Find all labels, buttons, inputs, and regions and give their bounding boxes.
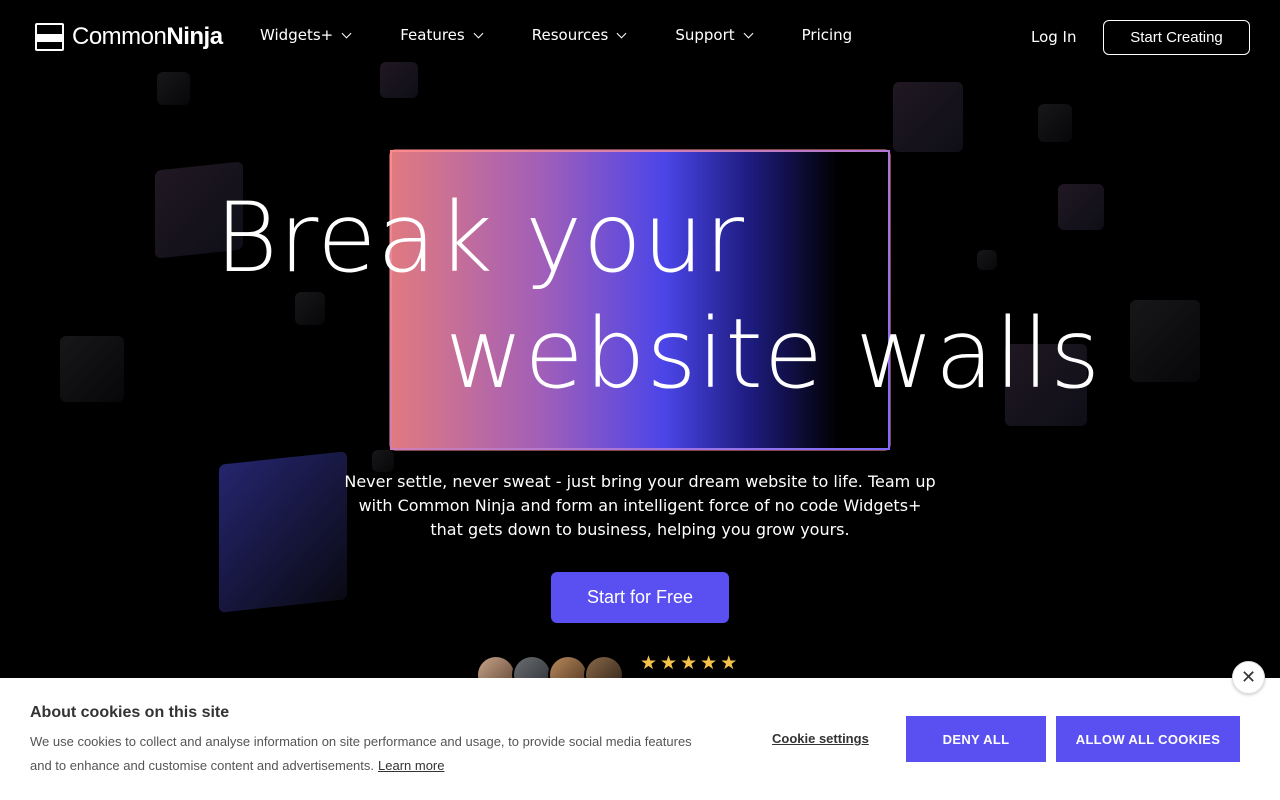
cookie-description-text: We use cookies to collect and analyse in… (30, 734, 692, 773)
nav-item-pricing[interactable]: Pricing (802, 26, 853, 44)
start-for-free-button[interactable]: Start for Free (551, 572, 729, 623)
decorative-tile (1038, 104, 1072, 142)
close-icon[interactable]: ✕ (1232, 661, 1265, 694)
star-icon: ★ (640, 652, 658, 674)
star-icon: ★ (660, 652, 678, 674)
star-icon: ★ (680, 652, 698, 674)
decorative-tile (1130, 300, 1200, 382)
hero-headline-line1: Break your (215, 182, 746, 294)
decorative-tile (295, 292, 325, 325)
login-link[interactable]: Log In (1031, 28, 1077, 46)
logo-text-light: Common (72, 23, 167, 50)
hero-headline-line2: website walls (445, 298, 1102, 410)
site-header: CommonNinja Widgets+ Features Resources … (0, 0, 1280, 76)
decorative-tile (977, 250, 997, 270)
nav-item-label: Support (675, 26, 735, 44)
chevron-down-icon (743, 28, 754, 38)
decorative-tile (219, 451, 347, 613)
learn-more-link[interactable]: Learn more (378, 758, 444, 773)
chevron-down-icon (616, 28, 627, 38)
nav-item-support[interactable]: Support (675, 26, 754, 44)
logo-icon (35, 23, 64, 51)
decorative-tile (372, 450, 394, 472)
cookie-title: About cookies on this site (30, 704, 230, 721)
decorative-tile (893, 82, 963, 152)
chevron-down-icon (473, 28, 484, 38)
decorative-tile (60, 336, 124, 402)
nav-item-label: Resources (531, 26, 609, 44)
cookie-banner: About cookies on this site We use cookie… (0, 678, 1280, 800)
logo-text: CommonNinja (72, 23, 223, 51)
chevron-down-icon (341, 28, 352, 38)
decorative-tile (1058, 184, 1104, 230)
logo[interactable]: CommonNinja (35, 23, 223, 51)
rating-stars: ★ ★ ★ ★ ★ (640, 652, 737, 674)
nav-item-label: Widgets+ (260, 26, 334, 44)
nav-item-label: Features (400, 26, 465, 44)
cookie-description: We use cookies to collect and analyse in… (30, 730, 710, 778)
start-creating-button[interactable]: Start Creating (1103, 20, 1250, 55)
allow-all-cookies-button[interactable]: ALLOW ALL COOKIES (1056, 716, 1240, 762)
cookie-settings-button[interactable]: Cookie settings (772, 731, 869, 746)
star-icon: ★ (720, 652, 738, 674)
nav-item-label: Pricing (801, 26, 853, 44)
main-nav: Widgets+ Features Resources Support Pric… (260, 26, 902, 44)
hero-subtext: Never settle, never sweat - just bring y… (344, 472, 936, 539)
nav-item-widgets[interactable]: Widgets+ (260, 26, 352, 44)
decorative-tile (157, 72, 190, 105)
nav-item-features[interactable]: Features (400, 26, 484, 44)
nav-item-resources[interactable]: Resources (531, 26, 627, 44)
star-icon: ★ (700, 652, 718, 674)
logo-text-bold: Ninja (166, 23, 223, 50)
deny-all-button[interactable]: DENY ALL (906, 716, 1046, 762)
